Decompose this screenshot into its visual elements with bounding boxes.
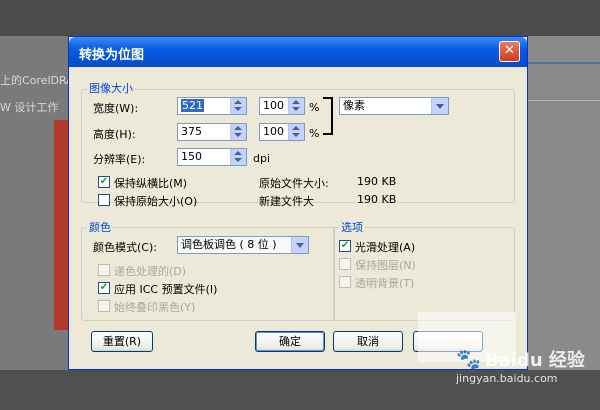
- keep-original-size-label[interactable]: 保持原始大小(O): [114, 193, 197, 209]
- unit-selected: 像素: [343, 99, 365, 112]
- close-icon: ✕: [504, 43, 515, 58]
- chevron-down-icon[interactable]: [291, 237, 308, 253]
- resolution-input[interactable]: 150: [177, 148, 247, 166]
- new-size-label: 新建文件大: [259, 195, 314, 208]
- spin-up-icon: [234, 126, 242, 130]
- apply-icc-label[interactable]: 应用 ICC 预置文件(I): [114, 281, 217, 297]
- color-mode-label: 颜色模式(C):: [93, 241, 157, 254]
- smoothing-checkbox[interactable]: ✔: [339, 240, 351, 252]
- resolution-label: 分辨率(E):: [93, 153, 146, 166]
- paw-icon: 🐾: [456, 347, 481, 371]
- watermark-url: jingyan.baidu.com: [456, 372, 558, 385]
- title-bar[interactable]: 转换为位图 ✕: [69, 37, 527, 67]
- color-group-title: 颜色: [87, 219, 113, 235]
- resolution-spinner[interactable]: [230, 149, 246, 165]
- close-button[interactable]: ✕: [499, 41, 520, 62]
- spin-down-icon: [292, 107, 300, 111]
- width-percent-value: 100: [263, 99, 284, 112]
- width-percent-spinner[interactable]: [288, 98, 304, 114]
- watermark: 🐾 Baidu 经验 jingyan.baidu.com: [456, 346, 585, 385]
- percent-sign: %: [309, 101, 320, 114]
- height-input[interactable]: 375: [177, 123, 247, 141]
- height-label: 高度(H):: [93, 128, 136, 141]
- overprint-black-checkbox[interactable]: [98, 300, 110, 312]
- new-size-value: 190 KB: [357, 193, 397, 206]
- spin-up-icon: [292, 126, 300, 130]
- smoothing-label[interactable]: 光滑处理(A): [355, 239, 415, 255]
- dither-checkbox[interactable]: [98, 264, 110, 276]
- dither-label[interactable]: 递色处理的(D): [114, 263, 186, 279]
- spin-up-icon: [292, 100, 300, 104]
- background-text: W 设计工作: [0, 101, 59, 114]
- spin-down-icon: [234, 133, 242, 137]
- height-percent-value: 100: [263, 125, 284, 138]
- watermark-title: Baidu 经验: [484, 350, 585, 371]
- chevron-down-icon[interactable]: [431, 98, 448, 114]
- transparent-bg-checkbox[interactable]: [339, 276, 351, 288]
- width-spinner[interactable]: [230, 98, 246, 114]
- unit-select[interactable]: 像素: [339, 97, 449, 115]
- original-size-value: 190 KB: [357, 175, 397, 188]
- height-spinner[interactable]: [230, 124, 246, 140]
- spin-down-icon: [234, 158, 242, 162]
- ok-button[interactable]: 确定: [255, 331, 325, 352]
- image-size-group-title: 图像大小: [87, 80, 135, 96]
- width-percent-input[interactable]: 100: [259, 97, 305, 115]
- width-input[interactable]: 521: [177, 97, 247, 115]
- percent-sign: %: [309, 127, 320, 140]
- original-size-label: 原始文件大小:: [259, 177, 329, 190]
- keep-original-size-checkbox[interactable]: [98, 194, 110, 206]
- spin-up-icon: [234, 151, 242, 155]
- background-red-strip: [54, 120, 68, 330]
- keep-layers-checkbox[interactable]: [339, 258, 351, 270]
- link-bracket-icon: [323, 97, 333, 135]
- spin-down-icon: [292, 133, 300, 137]
- color-mode-select[interactable]: 调色板调色 ( 8 位 ): [177, 236, 309, 254]
- background-top: [0, 0, 600, 36]
- background-stripe: [528, 62, 600, 64]
- options-group-title: 选项: [339, 219, 365, 235]
- width-label: 宽度(W):: [93, 102, 139, 115]
- cancel-button[interactable]: 取消: [333, 331, 403, 352]
- resolution-value: 150: [181, 150, 202, 163]
- color-mode-selected: 调色板调色 ( 8 位 ): [181, 238, 277, 251]
- background-stripe: [528, 100, 600, 101]
- spin-down-icon: [234, 107, 242, 111]
- overprint-black-label[interactable]: 始终叠印黑色(Y): [114, 299, 195, 315]
- resolution-unit: dpi: [253, 152, 271, 165]
- height-percent-spinner[interactable]: [288, 124, 304, 140]
- keep-ratio-checkbox[interactable]: ✔: [98, 176, 110, 188]
- reset-button[interactable]: 重置(R): [91, 331, 153, 352]
- height-percent-input[interactable]: 100: [259, 123, 305, 141]
- background-text: 上的CorelDRA: [0, 74, 74, 87]
- keep-layers-label[interactable]: 保持图层(N): [355, 257, 416, 273]
- spin-up-icon: [234, 100, 242, 104]
- height-value: 375: [181, 125, 202, 138]
- apply-icc-checkbox[interactable]: ✔: [98, 282, 110, 294]
- transparent-bg-label[interactable]: 透明背景(T): [355, 275, 414, 291]
- dialog-title: 转换为位图: [79, 48, 145, 63]
- keep-ratio-label[interactable]: 保持纵横比(M): [114, 175, 187, 191]
- background-right-panel: [528, 36, 600, 370]
- width-value: 521: [181, 99, 204, 112]
